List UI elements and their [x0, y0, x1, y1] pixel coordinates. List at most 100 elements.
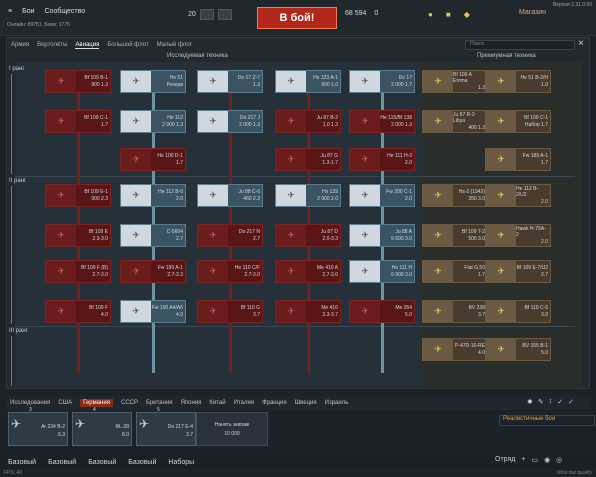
flag-icon[interactable]: ■ — [446, 10, 451, 19]
vehicle-card[interactable]: ✈ Fw 200 C-1 2.0 — [349, 184, 415, 207]
tab-aviation[interactable]: Авиация — [75, 42, 100, 49]
nation-sweden[interactable]: Швеция — [295, 400, 317, 406]
tab-bluewater[interactable]: Большой флот — [107, 42, 148, 48]
plus-icon[interactable]: + — [521, 456, 525, 464]
shop-button[interactable]: Магазин — [519, 9, 546, 16]
contacts-icon[interactable]: ◉ — [544, 456, 550, 464]
vehicle-card[interactable]: ✈ Bf 110 G 3.7 — [197, 300, 263, 323]
preset-4[interactable]: Базовый — [128, 459, 156, 466]
vehicle-card[interactable]: ✈ Bf 109 F 4.0 — [45, 300, 111, 323]
slot-number: 4 — [93, 407, 96, 413]
check-icon[interactable]: ✓ — [568, 398, 574, 406]
tab-helicopters[interactable]: Вертолёты — [37, 42, 67, 48]
vehicle-card[interactable]: ✈ Me 410 A 2.7-3.0 — [275, 260, 341, 283]
medal-icon[interactable]: ◆ — [464, 10, 470, 19]
to-battle-button[interactable]: В бой! — [257, 7, 337, 29]
game-mode-select[interactable]: Реалистичные бои — [499, 415, 595, 426]
vehicle-card[interactable]: ✈ He 110 C/F 2.7-3.0 — [197, 260, 263, 283]
premium-vehicle-card[interactable]: ✈ BV 155 B-1 5.0 — [485, 338, 551, 361]
search-input[interactable]: Поиск — [465, 40, 575, 50]
premium-vehicle-card[interactable]: ✈ Bf 109 C-1 Набор 1.7 — [485, 110, 551, 133]
nation-ussr[interactable]: СССР — [121, 400, 138, 406]
vehicle-card[interactable]: ✈ He 112 B-0 2.0 — [120, 184, 186, 207]
vehicle-card[interactable]: ✈ Ju 87 B-2 1.0 1.3 — [275, 110, 341, 133]
tab-army[interactable]: Армия — [11, 42, 29, 48]
vehicle-br: 900 2.3 — [91, 195, 108, 202]
premium-vehicle-card[interactable]: ✈ BV 238 3.7 — [422, 300, 488, 323]
nation-japan[interactable]: Япония — [181, 400, 202, 406]
vehicle-card[interactable]: ✈ Me 264 5.0 — [349, 300, 415, 323]
vehicle-card[interactable]: ✈ Hs 123 A-1 900 1.0 — [275, 70, 341, 93]
premium-vehicle-card[interactable]: ✈ Fiat G.50 1.7 — [422, 260, 488, 283]
friends-icon[interactable]: ◎ — [556, 456, 562, 464]
preset-2[interactable]: Базовый — [48, 459, 76, 466]
premium-vehicle-card[interactable]: ✈ Bf 109 A Emma 1.3 — [422, 70, 488, 93]
vehicle-card[interactable]: ✈ He 111 H6 900 3.0 — [349, 260, 415, 283]
premium-vehicle-card[interactable]: ✈ Bf 109 E-7/U2 2.7 — [485, 260, 551, 283]
vehicle-card[interactable]: ✈ Ju 88 A5 600 3.0 — [349, 224, 415, 247]
premium-vehicle-card[interactable]: ✈ Ju 87 R-2 Libya 400 1.3 — [422, 110, 488, 133]
crew-slot[interactable]: 3 ✈ Ar 234 B-2 6.3 — [8, 407, 68, 446]
vehicle-card[interactable]: ✈ Bf 109 E 2.3-3.0 — [45, 224, 111, 247]
nation-israel[interactable]: Израиль — [325, 400, 349, 406]
premium-vehicle-card[interactable]: ✈ P-47D-16-RE 4.0 — [422, 338, 488, 361]
vehicle-card[interactable]: ✈ Do 17 2 000 1.7 — [349, 70, 415, 93]
vehicle-card[interactable]: ✈ Ju 88 C-6 460 2.3 — [197, 184, 263, 207]
vehicle-card[interactable]: ✈ Bf 109 E-1 900 2.3 — [45, 184, 111, 207]
menu-icon[interactable]: ≡ — [8, 8, 12, 15]
crew-slot[interactable]: 4 ✈ ФL-28 8.0 — [72, 407, 132, 446]
sort-icon[interactable]: ↕ — [549, 398, 553, 406]
nation-usa[interactable]: США — [58, 400, 72, 406]
vehicle-card[interactable]: ✈ He 51 Резерв — [120, 70, 186, 93]
gear-icon[interactable]: ✹ — [527, 398, 533, 406]
nation-france[interactable]: Франция — [262, 400, 287, 406]
vehicle-card[interactable]: ✈ C-5604 2.7 — [120, 224, 186, 247]
nation-italy[interactable]: Италия — [234, 400, 254, 406]
nation-britain[interactable]: Британия — [146, 400, 173, 406]
premium-vehicle-card[interactable]: ✈ He 112 B-2/U2 2.0 — [485, 184, 551, 207]
vehicle-card[interactable]: ✈ Ju 87 D 2.0-3.3 — [275, 224, 341, 247]
vehicle-card[interactable]: ✈ He 111 H-3 2.0 — [349, 148, 415, 171]
hire-crew-button[interactable]: Нанять экипаж 10 000 — [196, 412, 268, 446]
vehicle-card[interactable]: ✈ Bf 109 B-1 900 1.3 — [45, 70, 111, 93]
close-icon[interactable]: × — [578, 38, 584, 49]
vehicle-card[interactable]: ✈ Do 217 J2 000 1.3 — [197, 110, 263, 133]
vehicle-card[interactable]: ✈ Fw 190 A4/A5 4.0 — [120, 300, 186, 323]
premium-vehicle-card[interactable]: ✈ Bf 109 T-2 500 3.0 — [422, 224, 488, 247]
vehicle-card[interactable]: ✈ He 115/Bf 138 2 000 1.3 — [349, 110, 415, 133]
premium-vehicle-card[interactable]: ✈ Bf 110 C-6 3.0 — [485, 300, 551, 323]
vehicle-card[interactable]: ✈ Fw 190 A-1 2.7-3.3 — [120, 260, 186, 283]
nation-germany[interactable]: Германия — [80, 399, 113, 407]
vehicle-card[interactable]: ✈ Do 217 N 2.7 — [197, 224, 263, 247]
vehicle-card[interactable]: ✈ Bf 109 C-1 1.7 — [45, 110, 111, 133]
preset-1[interactable]: Базовый — [8, 459, 36, 466]
preset-3[interactable]: Базовый — [88, 459, 116, 466]
plane-icon: ✈ — [423, 71, 453, 92]
squad-label[interactable]: Отряд — [495, 456, 515, 464]
nation-icon[interactable] — [217, 9, 232, 20]
community-menu[interactable]: Сообщество — [45, 8, 86, 15]
battles-menu[interactable]: Бои — [22, 8, 34, 15]
chat-icon[interactable]: ▭ — [531, 456, 538, 464]
lightbulb-icon[interactable]: ● — [428, 10, 433, 19]
vehicle-card[interactable]: ✈ Ju 87 G 1.3-1.7 — [275, 148, 341, 171]
check-icon[interactable]: ✓ — [557, 398, 563, 406]
vehicle-card[interactable]: ✈ Me 410 3.3-3.7 — [275, 300, 341, 323]
plane-icon: ✈ — [121, 301, 151, 322]
vehicle-card[interactable]: ✈ He 100 D-1 1.7 — [120, 148, 186, 171]
premium-vehicle-card[interactable]: ✈ He 51 B-2/H 1.0 — [485, 70, 551, 93]
sets-button[interactable]: Наборы — [168, 459, 194, 466]
research-toggle[interactable]: Исследования — [10, 400, 50, 406]
premium-vehicle-card[interactable]: ✈ Fw 189 A-1 1.7 — [485, 148, 551, 171]
crew-slot[interactable]: 5 ✈ Do 217 E-4 3.7 — [136, 407, 196, 446]
vehicle-card[interactable]: ✈ He 112 2 900 1.3 — [120, 110, 186, 133]
tab-coastal[interactable]: Малый флот — [157, 42, 193, 48]
wrench-icon[interactable]: ✎ — [538, 398, 544, 406]
nation-china[interactable]: Китай — [209, 400, 225, 406]
premium-vehicle-card[interactable]: ✈ Hawk H-75A-2 2.0 — [485, 224, 551, 247]
vehicle-card[interactable]: ✈ Bf 109 F (B) 2.7-3.0 — [45, 260, 111, 283]
vehicle-card[interactable]: ✈ Hs 129 2 900 2.0 — [275, 184, 341, 207]
premium-vehicle-card[interactable]: ✈ Hs-2 (1942) 350 3.0 — [422, 184, 488, 207]
vehicle-card[interactable]: ✈ Do 17 Z-7 1.3 — [197, 70, 263, 93]
flag-icon[interactable] — [199, 9, 214, 20]
